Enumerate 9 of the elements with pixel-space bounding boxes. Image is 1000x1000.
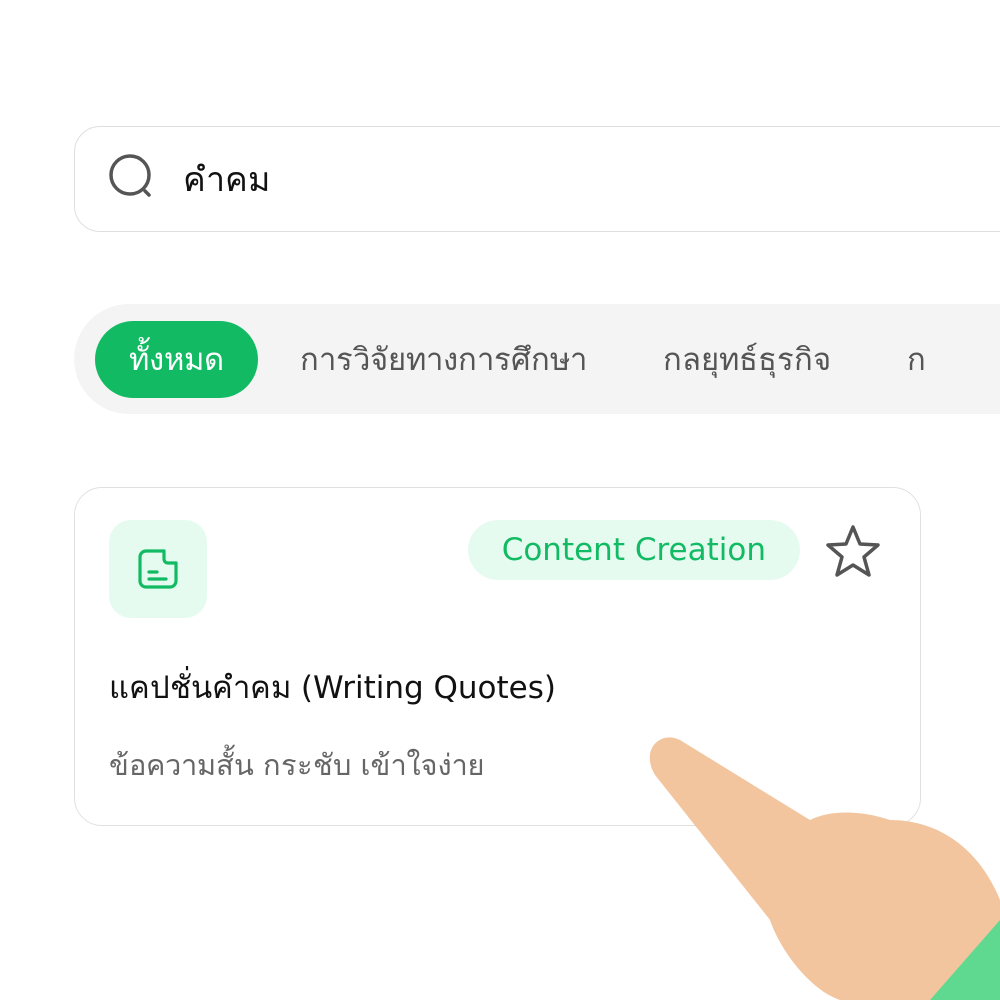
document-icon [109, 520, 207, 618]
card-description: ข้อความสั้น กระชับ เข้าใจง่าย [109, 742, 886, 788]
search-field[interactable]: คำคม [74, 126, 1000, 232]
category-tag: Content Creation [468, 520, 800, 580]
category-tab[interactable]: ก [873, 320, 960, 398]
prompt-card[interactable]: Content Creation แคปชั่นคำคม (Writing Quotes) ข้อความสั้น กระชับ เข้าใจง่าย [74, 487, 921, 826]
card-title: แคปชั่นคำคม (Writing Quotes) [109, 662, 886, 712]
category-tab[interactable]: กลยุทธ์ธุรกิจ [629, 320, 865, 398]
category-tab[interactable]: การวิจัยทางการศึกษา [266, 320, 621, 398]
